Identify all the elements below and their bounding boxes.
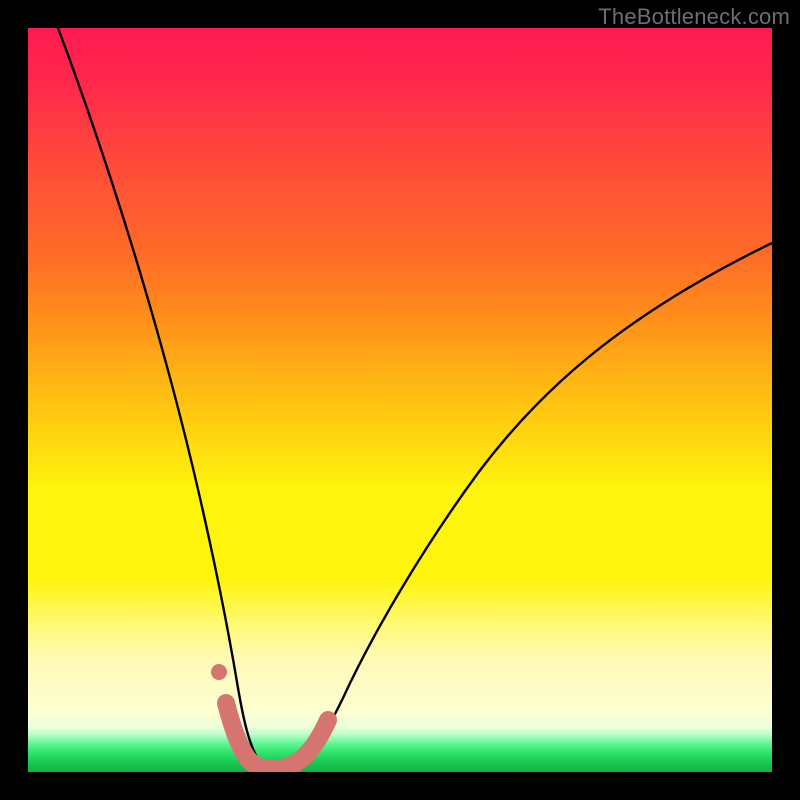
highlight-near-min (226, 703, 328, 769)
chart-frame: TheBottleneck.com (0, 0, 800, 800)
plot-area (28, 28, 772, 772)
curve-layer (28, 28, 772, 772)
watermark-text: TheBottleneck.com (598, 4, 790, 30)
highlight-dot-left (211, 664, 227, 680)
bottleneck-curve (58, 28, 772, 768)
